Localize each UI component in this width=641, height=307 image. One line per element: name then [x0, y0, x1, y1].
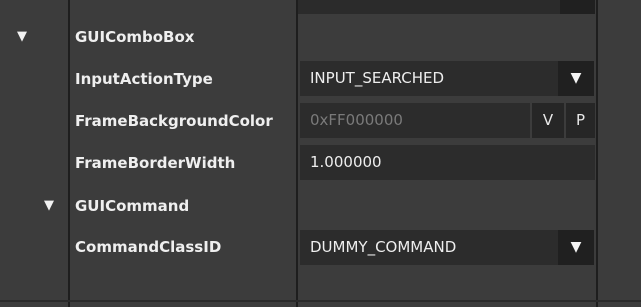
- command-expand-icon[interactable]: ▼: [44, 199, 54, 213]
- input-action-type-select[interactable]: INPUT_SEARCHED: [300, 61, 558, 96]
- frame-border-width-label: FrameBorderWidth: [75, 154, 236, 172]
- input-action-type-label: InputActionType: [75, 70, 213, 88]
- input-action-type-dropdown-icon[interactable]: ▼: [558, 61, 594, 96]
- column-divider-left: [68, 0, 70, 307]
- command-group-label: GUICommand: [75, 197, 190, 215]
- property-inspector: ▼ GUIComboBox InputActionType INPUT_SEAR…: [0, 0, 641, 307]
- previous-field-button[interactable]: [560, 0, 595, 14]
- frame-border-width-input[interactable]: 1.000000: [300, 145, 595, 180]
- frame-background-color-p-button[interactable]: P: [566, 103, 595, 138]
- combo-box-group-label: GUIComboBox: [75, 28, 195, 46]
- command-class-id-select[interactable]: DUMMY_COMMAND: [300, 230, 558, 265]
- frame-background-color-label: FrameBackgroundColor: [75, 112, 273, 130]
- previous-field-bar[interactable]: [298, 0, 595, 14]
- command-class-id-label: CommandClassID: [75, 238, 222, 256]
- bottom-divider: [0, 300, 641, 302]
- column-divider-middle: [296, 0, 298, 307]
- command-class-id-dropdown-icon[interactable]: ▼: [558, 230, 594, 265]
- frame-background-color-field[interactable]: 0xFF000000: [300, 103, 530, 138]
- combo-box-expand-icon[interactable]: ▼: [17, 30, 27, 44]
- column-divider-right[interactable]: [596, 0, 598, 307]
- frame-background-color-v-button[interactable]: V: [532, 103, 564, 138]
